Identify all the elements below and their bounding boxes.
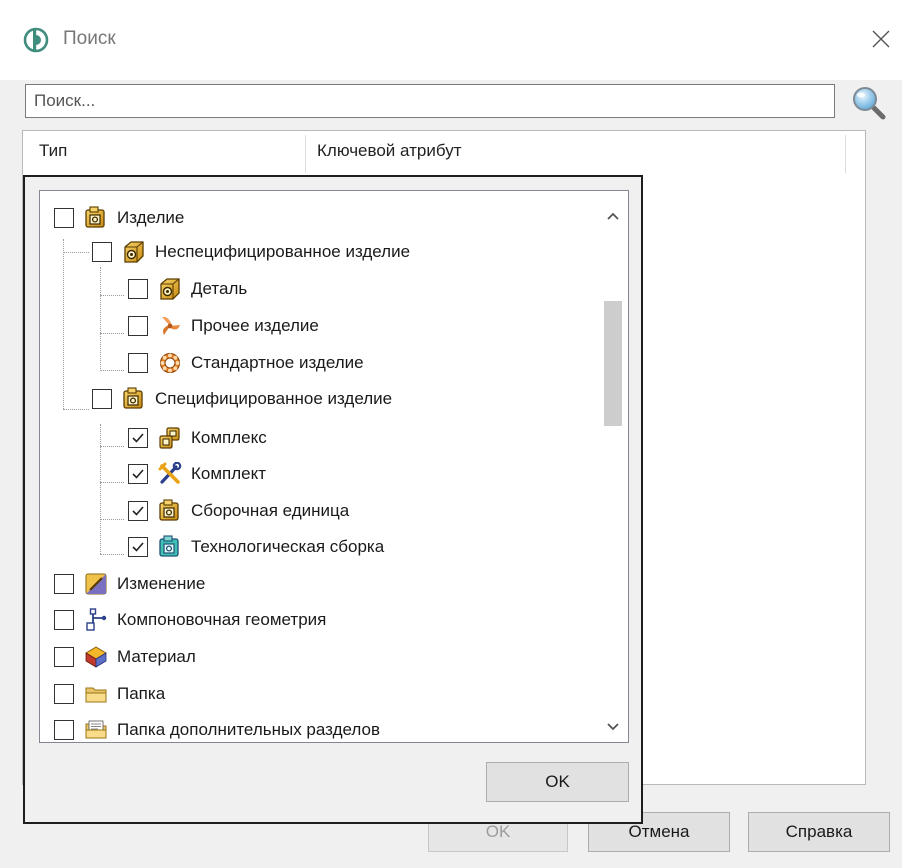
tree-item-label: Неспецифицированное изделие xyxy=(155,242,411,261)
unspecified-product-icon xyxy=(124,241,144,263)
checkbox[interactable] xyxy=(128,353,148,373)
tree-item-label: Сборочная единица xyxy=(191,501,350,520)
close-icon[interactable] xyxy=(866,24,896,54)
tree-item-specified-product[interactable]: Специфицированное изделие xyxy=(92,384,392,414)
column-separator[interactable] xyxy=(305,135,306,173)
checkbox[interactable] xyxy=(128,537,148,557)
change-icon xyxy=(85,573,107,595)
checkbox[interactable] xyxy=(54,720,74,740)
tree-item-label: Изменение xyxy=(117,574,206,593)
checkbox[interactable] xyxy=(128,279,148,299)
checkbox[interactable] xyxy=(128,428,148,448)
scroll-down-icon[interactable] xyxy=(598,712,628,742)
tree-item-product[interactable]: Изделие xyxy=(54,203,184,233)
tree-item-part[interactable]: Деталь xyxy=(128,274,247,304)
tree-item-label: Технологическая сборка xyxy=(191,537,385,556)
checkbox[interactable] xyxy=(128,464,148,484)
tree-item-folder[interactable]: Папка xyxy=(54,679,165,709)
product-icon xyxy=(85,206,105,228)
tree-item-label: Комплекс xyxy=(191,428,267,447)
tree-item-label: Папка дополнительных разделов xyxy=(117,720,380,739)
tree-item-kit[interactable]: Комплект xyxy=(128,459,266,489)
tree-item-other-product[interactable]: Прочее изделие xyxy=(128,311,319,341)
specified-product-icon xyxy=(123,387,143,409)
layout-geometry-icon xyxy=(86,608,107,631)
tree-item-label: Изделие xyxy=(117,208,185,227)
tree-item-label: Стандартное изделие xyxy=(191,353,364,372)
checkbox[interactable] xyxy=(92,242,112,262)
app-logo-icon xyxy=(23,27,49,53)
title-bar: Поиск xyxy=(0,0,902,80)
checkbox[interactable] xyxy=(92,389,112,409)
part-icon xyxy=(160,278,180,300)
complex-icon xyxy=(159,427,180,449)
checkbox[interactable] xyxy=(54,647,74,667)
tree-item-additional-sections-folder[interactable]: Папка дополнительных разделов xyxy=(54,715,380,742)
column-header-key-attribute[interactable]: Ключевой атрибут xyxy=(317,141,462,161)
tree-item-change[interactable]: Изменение xyxy=(54,569,205,599)
tree-item-unspecified-product[interactable]: Неспецифицированное изделие xyxy=(92,237,410,267)
search-field[interactable] xyxy=(25,84,835,118)
tree-item-technological-assembly[interactable]: Технологическая сборка xyxy=(128,532,384,562)
technological-assembly-icon xyxy=(159,535,179,557)
scroll-up-icon[interactable] xyxy=(598,201,628,231)
checkbox[interactable] xyxy=(54,610,74,630)
tree-item-assembly-unit[interactable]: Сборочная единица xyxy=(128,496,349,526)
tree-item-label: Компоновочная геометрия xyxy=(117,610,327,629)
tree-item-label: Папка xyxy=(117,684,166,703)
tree-item-label: Деталь xyxy=(191,279,248,298)
other-product-icon xyxy=(162,316,180,335)
tree-item-label: Комплект xyxy=(191,464,267,483)
kit-icon xyxy=(158,462,182,484)
tree-item-label: Специфицированное изделие xyxy=(155,389,393,408)
tree-item-label: Прочее изделие xyxy=(191,316,319,335)
search-input[interactable] xyxy=(26,85,834,117)
type-tree: Изделие Неспецифицированное изделие Дета… xyxy=(39,190,629,743)
standard-product-icon xyxy=(160,353,180,373)
window-title: Поиск xyxy=(63,28,116,49)
search-icon[interactable] xyxy=(850,84,886,120)
help-button[interactable]: Справка xyxy=(748,812,890,852)
material-icon xyxy=(85,646,107,668)
tree-item-complex[interactable]: Комплекс xyxy=(128,423,267,453)
folder-icon xyxy=(85,687,107,703)
checkbox[interactable] xyxy=(54,208,74,228)
tree-item-material[interactable]: Материал xyxy=(54,642,196,672)
tree-item-label: Материал xyxy=(117,647,196,666)
assembly-unit-icon xyxy=(159,499,179,521)
checkbox[interactable] xyxy=(54,574,74,594)
tree-item-standard-product[interactable]: Стандартное изделие xyxy=(128,348,364,378)
column-separator[interactable] xyxy=(845,135,846,173)
column-header-type[interactable]: Тип xyxy=(39,141,67,161)
tree-item-layout-geometry[interactable]: Компоновочная геометрия xyxy=(54,605,326,635)
type-filter-popup: Изделие Неспецифицированное изделие Дета… xyxy=(23,175,643,824)
checkbox[interactable] xyxy=(128,316,148,336)
scrollbar-thumb[interactable] xyxy=(604,301,622,426)
checkbox[interactable] xyxy=(54,684,74,704)
popup-ok-button[interactable]: OK xyxy=(486,762,629,802)
vertical-scrollbar[interactable] xyxy=(598,191,628,742)
checkbox[interactable] xyxy=(128,501,148,521)
additional-sections-folder-icon xyxy=(85,720,107,739)
